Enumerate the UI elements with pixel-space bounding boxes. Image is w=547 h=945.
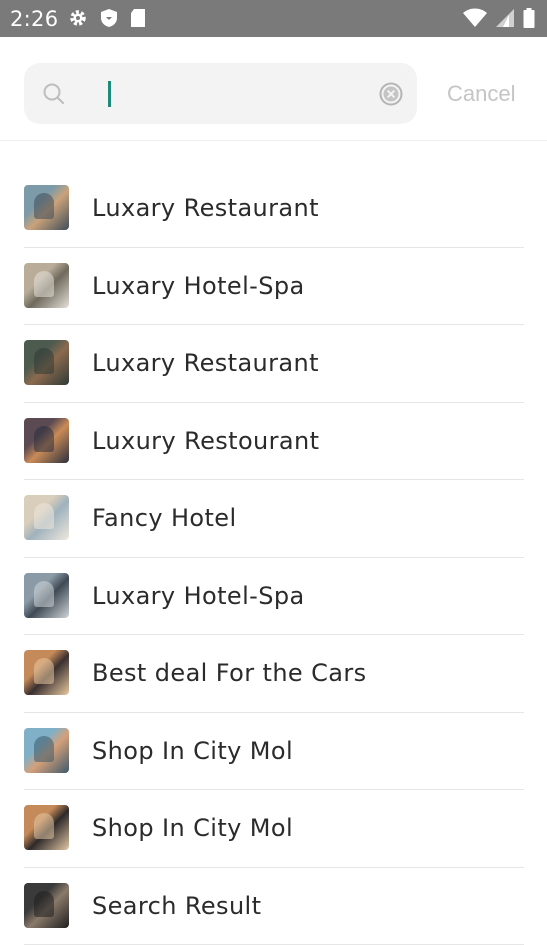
status-right-icons [463, 8, 535, 33]
status-time: 2:26 [10, 7, 58, 31]
search-header: Cancel [0, 37, 547, 141]
list-item[interactable]: Luxary Hotel-Spa [24, 248, 524, 326]
list-item-label: Luxary Hotel-Spa [92, 272, 305, 300]
status-left-icons [68, 8, 146, 33]
thumbnail-image [24, 883, 69, 928]
list-item-label: Shop In City Mol [92, 737, 293, 765]
list-item-label: Luxary Hotel-Spa [92, 582, 305, 610]
list-item[interactable]: Fancy Hotel [24, 480, 524, 558]
cancel-button[interactable]: Cancel [447, 81, 515, 107]
list-item-label: Luxary Restaurant [92, 349, 319, 377]
thumbnail-image [24, 728, 69, 773]
list-item[interactable]: Luxary Hotel-Spa [24, 558, 524, 636]
thumbnail-image [24, 495, 69, 540]
list-item-label: Best deal For the Cars [92, 659, 367, 687]
list-item[interactable]: Shop In City Mol [24, 713, 524, 791]
gear-icon [68, 8, 88, 33]
list-item[interactable]: Luxury Restourant [24, 403, 524, 481]
thumbnail-image [24, 650, 69, 695]
thumbnail-image [24, 185, 69, 230]
battery-icon [523, 8, 535, 33]
list-item-label: Luxury Restourant [92, 427, 319, 455]
signal-icon [495, 8, 515, 33]
thumbnail-image [24, 263, 69, 308]
search-box[interactable] [24, 63, 417, 124]
list-item[interactable]: Luxary Restaurant [24, 325, 524, 403]
results-list: Luxary Restaurant Luxary Hotel-Spa Luxary … [0, 170, 547, 945]
sd-card-icon [130, 8, 146, 33]
clear-icon[interactable] [379, 82, 403, 111]
list-item[interactable]: Luxary Restaurant [24, 170, 524, 248]
status-bar: 2:26 [0, 0, 547, 37]
search-input[interactable] [116, 77, 386, 111]
wifi-icon [463, 8, 487, 33]
list-item-label: Search Result [92, 892, 261, 920]
list-item-label: Fancy Hotel [92, 504, 237, 532]
thumbnail-image [24, 340, 69, 385]
thumbnail-image [24, 805, 69, 850]
list-item[interactable]: Shop In City Mol [24, 790, 524, 868]
search-icon [42, 82, 66, 111]
list-item-label: Shop In City Mol [92, 814, 293, 842]
thumbnail-image [24, 418, 69, 463]
thumbnail-image [24, 573, 69, 618]
shield-icon [100, 8, 118, 33]
list-item[interactable]: Best deal For the Cars [24, 635, 524, 713]
list-item-label: Luxary Restaurant [92, 194, 319, 222]
list-item[interactable]: Search Result [24, 868, 524, 945]
text-caret [108, 81, 111, 107]
